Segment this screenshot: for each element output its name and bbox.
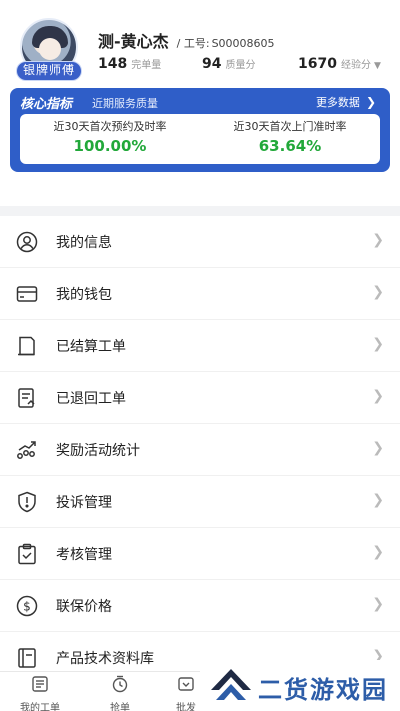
chevron-right-icon: ❯	[372, 284, 384, 300]
core-metrics-card: 核心指标 近期服务质量 更多数据 ❯ 近30天首次预约及时率 100.00% 近…	[10, 88, 390, 172]
document-icon	[18, 336, 35, 356]
menu-item-reward-stats[interactable]: 奖励活动统计 ❯	[0, 424, 400, 476]
menu-label: 奖励活动统计	[56, 443, 140, 459]
menu-label: 考核管理	[56, 547, 112, 563]
metric-value: 100.00%	[73, 137, 147, 155]
chevron-right-icon: ❯	[372, 440, 384, 456]
stat-label: 经验分	[340, 60, 371, 71]
clipboard-icon	[18, 543, 36, 565]
menu-item-my-info[interactable]: 我的信息 ❯	[0, 216, 400, 268]
menu-item-settled-orders[interactable]: 已结算工单 ❯	[0, 320, 400, 372]
stat-orders: 148 完单量	[98, 56, 161, 72]
work-order-icon	[32, 676, 48, 692]
menu-item-returned-orders[interactable]: 已退回工单 ❯	[0, 372, 400, 424]
profile-header: 银牌师傅 测-黄心杰 / 工号: S00008605 148 完单量 94 质量…	[0, 0, 400, 90]
dollar-coin-icon: $	[16, 595, 38, 617]
chevron-right-icon: ❯	[372, 388, 384, 404]
stat-value: 94	[202, 56, 222, 72]
stat-quality: 94 质量分	[202, 56, 255, 72]
menu-item-assessment[interactable]: 考核管理 ❯	[0, 528, 400, 580]
returned-order-icon	[18, 388, 35, 408]
stat-experience[interactable]: 1670 经验分 ▼	[298, 56, 381, 72]
stat-value: 148	[98, 56, 128, 72]
more-data-label: 更多数据	[315, 96, 360, 109]
chevron-right-icon: ❯	[372, 544, 384, 560]
wholesale-icon	[178, 677, 194, 691]
tab-my-orders[interactable]: 我的工单	[8, 675, 72, 711]
wallet-icon	[16, 286, 38, 302]
stats-chart-icon	[17, 441, 36, 459]
menu-item-warranty-price[interactable]: $ 联保价格 ❯	[0, 580, 400, 632]
chevron-right-icon: ❯	[372, 492, 384, 508]
more-data-link[interactable]: 更多数据 ❯	[316, 94, 376, 110]
section-divider	[0, 206, 400, 216]
metric-onsite: 近30天首次上门准时率 63.64%	[200, 119, 380, 157]
grab-order-icon	[112, 675, 128, 693]
tab-label: 我的工单	[20, 703, 60, 711]
menu-item-wallet[interactable]: 我的钱包 ❯	[0, 268, 400, 320]
menu-label: 投诉管理	[56, 495, 112, 511]
svg-text:$: $	[23, 600, 31, 614]
chevron-right-icon: ❯	[365, 95, 376, 109]
avatar-container[interactable]: 银牌师傅	[14, 14, 84, 84]
menu-item-complaints[interactable]: 投诉管理 ❯	[0, 476, 400, 528]
metric-label: 近30天首次预约及时率	[53, 120, 167, 133]
employee-id: S00008605	[211, 37, 275, 50]
tab-grab-order[interactable]: 抢单	[88, 675, 152, 711]
menu-label: 联保价格	[56, 599, 112, 615]
metric-label: 近30天首次上门准时率	[233, 120, 347, 133]
chevron-right-icon: ❯	[372, 596, 384, 612]
rank-badge: 银牌师傅	[16, 61, 82, 81]
watermark: 二货游戏园	[200, 660, 400, 711]
stat-label: 质量分	[225, 60, 256, 71]
avatar-face	[39, 38, 61, 60]
alert-shield-icon	[18, 491, 36, 513]
watermark-text: 二货游戏园	[258, 676, 388, 704]
menu-label: 我的信息	[56, 235, 112, 251]
core-title: 核心指标	[20, 97, 73, 112]
core-subtitle: 近期服务质量	[92, 97, 158, 110]
menu-label: 产品技术资料库	[56, 651, 154, 667]
watermark-logo-icon	[211, 669, 251, 700]
menu-label: 我的钱包	[56, 287, 112, 303]
book-icon	[18, 648, 36, 668]
menu-list: 我的信息 ❯ 我的钱包 ❯ 已结算工单 ❯ 已退回工单 ❯ 奖励活动统计 ❯ 投…	[0, 216, 400, 684]
menu-label: 已结算工单	[56, 339, 126, 355]
stat-value: 1670	[298, 56, 337, 72]
employee-id-label: / 工号:	[176, 37, 210, 50]
menu-label: 已退回工单	[56, 391, 126, 407]
stat-label: 完单量	[131, 60, 162, 71]
metric-value: 63.64%	[258, 137, 322, 155]
user-icon	[16, 231, 38, 253]
tab-label: 抢单	[110, 703, 130, 711]
chevron-right-icon: ❯	[372, 336, 384, 352]
name-line: 测-黄心杰 / 工号: S00008605	[98, 28, 275, 52]
metric-appointment: 近30天首次预约及时率 100.00%	[20, 119, 200, 157]
caret-down-icon: ▼	[373, 61, 381, 71]
metrics-box: 近30天首次预约及时率 100.00% 近30天首次上门准时率 63.64%	[20, 114, 380, 164]
user-name: 测-黄心杰	[98, 32, 169, 51]
chevron-right-icon: ❯	[372, 232, 384, 248]
stats-row: 148 完单量 94 质量分 1670 经验分 ▼	[98, 56, 388, 74]
